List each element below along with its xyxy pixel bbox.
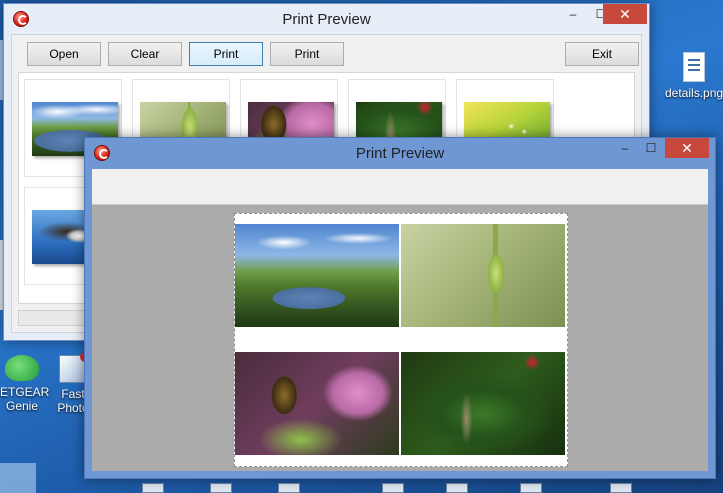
desktop-icon-label-line1: ETGEAR bbox=[0, 385, 50, 399]
print-preview-window: Print Preview – ☐ ✕ bbox=[84, 137, 716, 479]
desktop-icon-netgear-genie[interactable]: ETGEAR Genie bbox=[0, 355, 50, 413]
page-image-butterfly bbox=[235, 352, 399, 455]
photo-app-icon bbox=[59, 352, 90, 383]
desktop-icon-label-line2: Genie bbox=[5, 399, 39, 413]
taskbar-icon[interactable] bbox=[142, 483, 164, 493]
close-button[interactable]: ✕ bbox=[665, 138, 709, 158]
window-title: Print Preview bbox=[282, 11, 371, 28]
preview-toolbar bbox=[92, 169, 708, 205]
desktop-icon-label: details.png bbox=[665, 86, 723, 100]
exit-button[interactable]: Exit bbox=[565, 42, 639, 66]
taskbar-icon[interactable] bbox=[0, 463, 36, 493]
document-icon bbox=[683, 52, 705, 82]
page-image-lake bbox=[235, 224, 399, 327]
taskbar-icon[interactable] bbox=[210, 483, 232, 493]
minimize-button[interactable]: – bbox=[611, 138, 639, 158]
desktop-icon-details[interactable]: details.png bbox=[665, 52, 723, 100]
close-button[interactable]: ✕ bbox=[603, 4, 647, 24]
taskbar-icon[interactable] bbox=[520, 483, 542, 493]
print-button[interactable]: Print bbox=[189, 42, 263, 66]
taskbar-icon[interactable] bbox=[610, 483, 632, 493]
preview-area bbox=[92, 205, 708, 471]
page-image-dragonfly bbox=[401, 352, 565, 455]
taskbar-icon[interactable] bbox=[382, 483, 404, 493]
open-button[interactable]: Open bbox=[27, 42, 101, 66]
clear-button[interactable]: Clear bbox=[108, 42, 182, 66]
genie-lamp-icon bbox=[5, 355, 39, 381]
title-bar[interactable]: Print Preview – ☐ ✕ bbox=[4, 4, 649, 34]
taskbar-icon[interactable] bbox=[278, 483, 300, 493]
taskbar-icon[interactable] bbox=[446, 483, 468, 493]
maximize-button[interactable]: ☐ bbox=[637, 138, 665, 158]
page-image-flower-bud bbox=[401, 224, 565, 327]
minimize-button[interactable]: – bbox=[559, 4, 587, 24]
print-preview-button[interactable]: Print bbox=[270, 42, 344, 66]
print-page bbox=[234, 213, 568, 467]
title-bar[interactable]: Print Preview – ☐ ✕ bbox=[85, 138, 715, 168]
